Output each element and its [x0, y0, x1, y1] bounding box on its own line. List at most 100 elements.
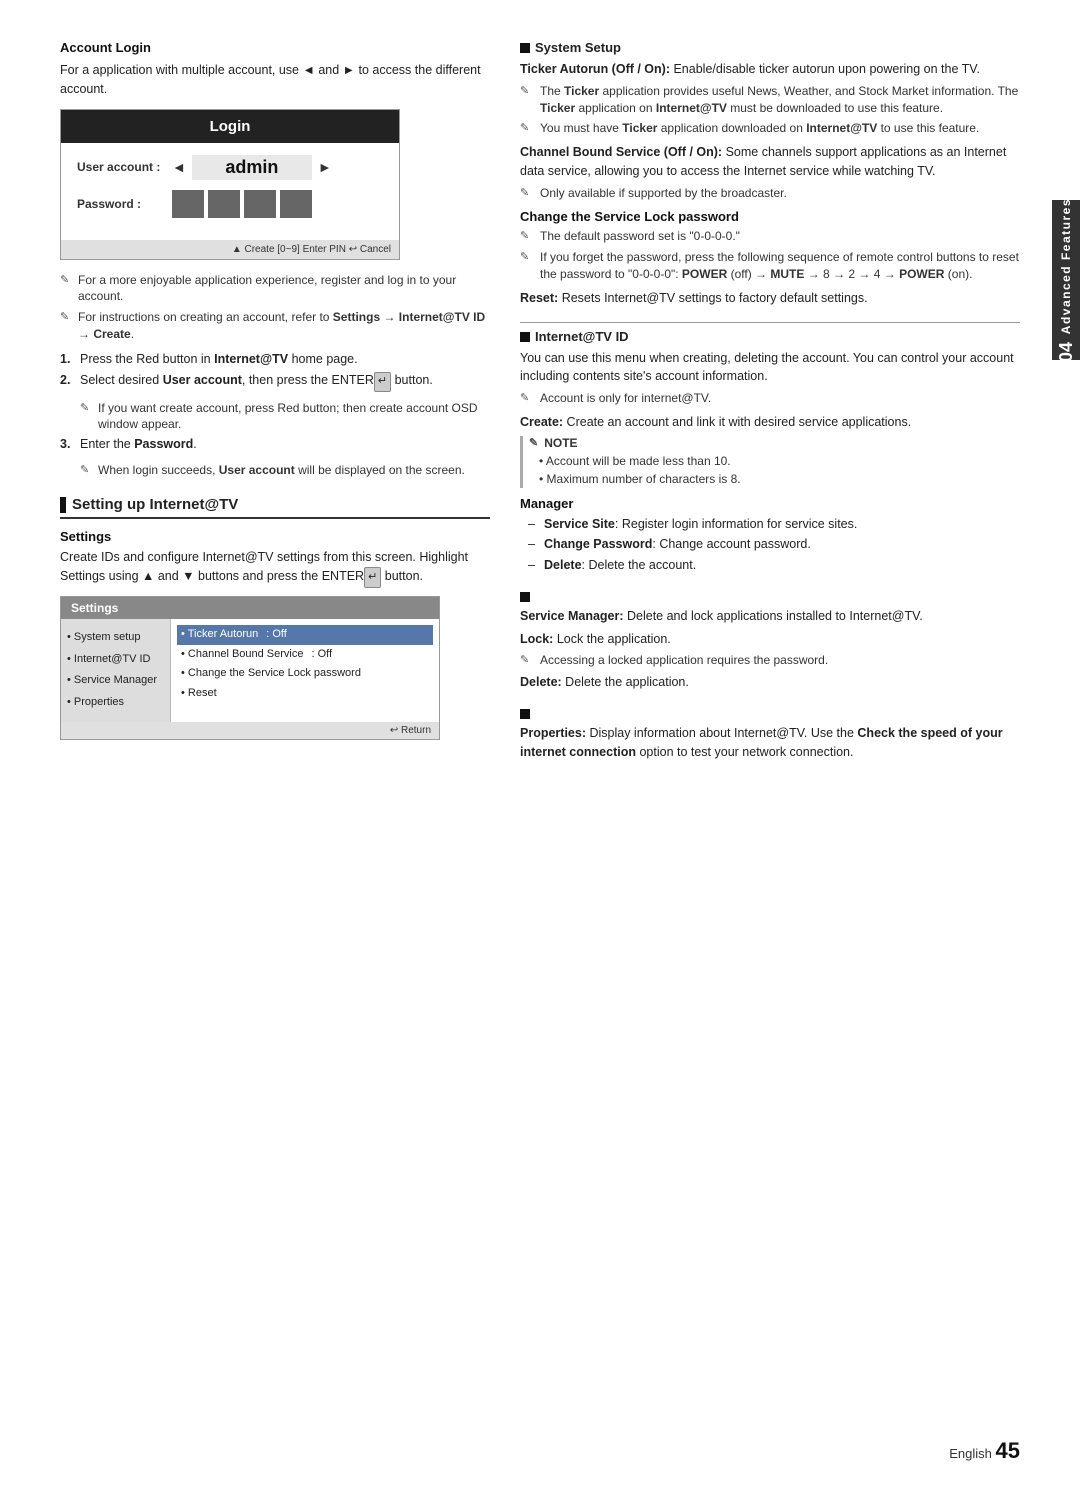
- lock-label: Lock:: [520, 632, 553, 646]
- properties-label: Properties:: [520, 726, 586, 740]
- note-box: ✎ NOTE Account will be made less than 10…: [520, 436, 1020, 488]
- menu-item-id[interactable]: • Internet@TV ID: [67, 649, 164, 671]
- bar-icon: [60, 497, 66, 513]
- user-account-label: User account :: [77, 160, 172, 174]
- menu-item-service[interactable]: • Service Manager: [67, 670, 164, 692]
- system-setup-bullet: [520, 43, 530, 53]
- change-password-item: – Change Password: Change account passwo…: [528, 535, 1020, 554]
- system-setup-title: System Setup: [520, 40, 1020, 55]
- note-box-item-1: Account will be made less than 10.: [529, 452, 1020, 470]
- properties-title: [520, 706, 1020, 719]
- forget-pwd-text: If you forget the password, press the fo…: [540, 249, 1020, 283]
- internet-tv-id-bullet: [520, 332, 530, 342]
- settings-left-menu: • System setup • Internet@TV ID • Servic…: [61, 619, 171, 722]
- manager-heading: Manager: [520, 496, 1020, 511]
- account-only-text: Account is only for internet@TV.: [540, 390, 711, 407]
- ticker-autorun-row[interactable]: • Ticker Autorun : Off: [177, 625, 433, 645]
- reset-label: • Reset: [181, 684, 217, 704]
- page-container: Advanced Features 04 Account Login For a…: [0, 0, 1080, 1494]
- step-3-subnote: ✎ When login succeeds, User account will…: [80, 462, 490, 479]
- channel-bound-label: • Channel Bound Service: [181, 645, 303, 665]
- ticker-autorun-text: Ticker Autorun (Off / On): Enable/disabl…: [520, 60, 1020, 79]
- channel-bound-value: : Off: [311, 645, 332, 665]
- step-2-subnote-text: If you want create account, press Red bu…: [98, 400, 490, 434]
- login-title: Login: [61, 110, 399, 143]
- user-account-value-container: ◄ admin ►: [172, 155, 332, 180]
- internet-tv-id-section: Internet@TV ID You can use this menu whe…: [520, 329, 1020, 575]
- prev-user-arrow[interactable]: ◄: [172, 159, 186, 175]
- forget-pwd-icon: ✎: [520, 250, 538, 265]
- reset-text: Reset: Resets Internet@TV settings to fa…: [520, 289, 1020, 308]
- reset-label-bold: Reset:: [520, 291, 558, 305]
- menu-item-system[interactable]: • System setup: [67, 627, 164, 649]
- channel-bound-row[interactable]: • Channel Bound Service : Off: [181, 645, 429, 665]
- properties-description: Properties: Display information about In…: [520, 724, 1020, 762]
- account-login-section: Account Login For a application with mul…: [60, 40, 490, 478]
- channel-bound-text: Channel Bound Service (Off / On): Some c…: [520, 143, 1020, 181]
- main-content: Account Login For a application with mul…: [60, 40, 1020, 775]
- user-account-row: User account : ◄ admin ►: [77, 155, 383, 180]
- login-body: User account : ◄ admin ► Password :: [61, 143, 399, 240]
- ticker-note-1: ✎ The Ticker application provides useful…: [520, 83, 1020, 117]
- account-note-1: ✎ For a more enjoyable application exper…: [60, 272, 490, 306]
- service-site-text: Service Site: Register login information…: [544, 515, 857, 534]
- create-label: Create:: [520, 415, 563, 429]
- account-note-1-text: For a more enjoyable application experie…: [78, 272, 490, 306]
- channel-bound-label-bold: Channel Bound Service (Off / On):: [520, 145, 722, 159]
- step-3: 3. Enter the Password.: [60, 436, 490, 454]
- note-icon-1: ✎: [60, 273, 76, 288]
- chapter-tab: Advanced Features 04: [1052, 200, 1080, 360]
- properties-bullet: [520, 709, 530, 719]
- login-box: Login User account : ◄ admin ►: [60, 109, 400, 260]
- internet-tv-id-heading: Internet@TV ID: [535, 329, 629, 344]
- ticker-note-1-text: The Ticker application provides useful N…: [540, 83, 1020, 117]
- note-box-title: ✎ NOTE: [529, 436, 1020, 450]
- pwd-block-1: [172, 190, 204, 218]
- note-box-label: NOTE: [544, 436, 577, 450]
- reset-row[interactable]: • Reset: [181, 684, 429, 704]
- settings-footer: ↩ Return: [61, 722, 439, 739]
- pwd-block-3: [244, 190, 276, 218]
- step-3-text: Enter the Password.: [80, 436, 197, 454]
- service-manager-label: Service Manager:: [520, 609, 624, 623]
- default-pwd-text: The default password set is "0-0-0-0.": [540, 228, 740, 245]
- account-only-note: ✎ Account is only for internet@TV.: [520, 390, 1020, 407]
- settings-box-title: Settings: [61, 597, 439, 619]
- service-manager-bullet: [520, 592, 530, 602]
- menu-item-properties[interactable]: • Properties: [67, 692, 164, 714]
- step-2-num: 2.: [60, 372, 76, 390]
- step-3-subnote-icon: ✎: [80, 463, 96, 478]
- step-1: 1. Press the Red button in Internet@TV h…: [60, 351, 490, 369]
- lock-text: Lock: Lock the application.: [520, 630, 1020, 649]
- pwd-block-2: [208, 190, 240, 218]
- dash-1: –: [528, 515, 542, 534]
- service-lock-label: • Change the Service Lock password: [181, 664, 361, 684]
- channel-bound-note-text: Only available if supported by the broad…: [540, 185, 787, 202]
- page-footer: English 45: [949, 1438, 1020, 1464]
- default-pwd-note: ✎ The default password set is "0-0-0-0.": [520, 228, 1020, 245]
- account-note-2-text: For instructions on creating an account,…: [78, 309, 490, 343]
- internet-tv-id-title: Internet@TV ID: [520, 329, 1020, 344]
- steps-list: 1. Press the Red button in Internet@TV h…: [60, 351, 490, 392]
- divider-1: [520, 322, 1020, 323]
- ticker-autorun-label-text: Ticker Autorun (Off / On):: [520, 62, 670, 76]
- delete-account-text: Delete: Delete the account.: [544, 556, 696, 575]
- dash-3: –: [528, 556, 542, 575]
- step-2-subnote-icon: ✎: [80, 401, 96, 416]
- right-column: System Setup Ticker Autorun (Off / On): …: [520, 40, 1020, 775]
- dash-2: –: [528, 535, 542, 554]
- step-3-subnote-text: When login succeeds, User account will b…: [98, 462, 465, 479]
- change-password-text: Change Password: Change account password…: [544, 535, 811, 554]
- internet-tv-id-description: You can use this menu when creating, del…: [520, 349, 1020, 387]
- setting-up-heading: Setting up Internet@TV: [72, 496, 238, 513]
- step-1-num: 1.: [60, 351, 76, 369]
- delete-text: Delete: Delete the application.: [520, 673, 1020, 692]
- next-user-arrow[interactable]: ►: [318, 159, 332, 175]
- settings-description: Create IDs and configure Internet@TV set…: [60, 548, 490, 587]
- account-note-2: ✎ For instructions on creating an accoun…: [60, 309, 490, 343]
- settings-box: Settings • System setup • Internet@TV ID…: [60, 596, 440, 740]
- system-setup-heading: System Setup: [535, 40, 621, 55]
- password-row: Password :: [77, 190, 383, 218]
- service-lock-row[interactable]: • Change the Service Lock password: [181, 664, 429, 684]
- channel-bound-note: ✎ Only available if supported by the bro…: [520, 185, 1020, 202]
